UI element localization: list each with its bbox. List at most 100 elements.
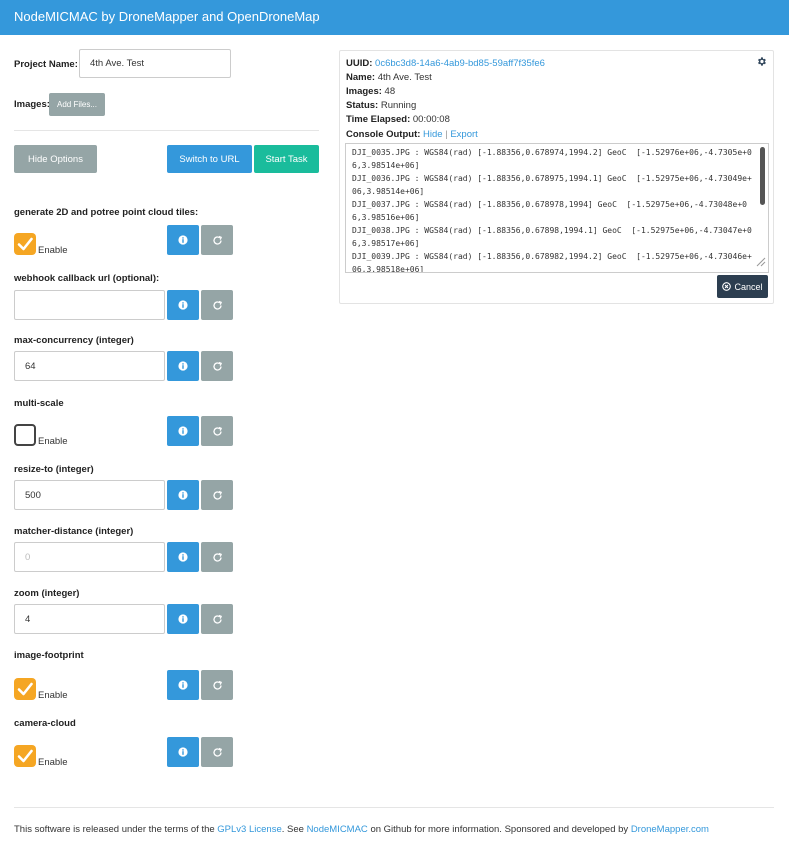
info-circle-icon [178,300,188,310]
option-checkbox[interactable] [14,745,36,767]
add-files-button[interactable]: Add Files... [49,93,105,116]
task-name-label: Name: [346,72,376,83]
task-status-label: Status: [346,100,379,111]
footer-text: This software is released under the term… [14,824,218,835]
refresh-icon [212,235,223,246]
uuid-link[interactable]: 0c6bc3d8-14a6-4ab9-bd85-59aff7f35fe6 [375,58,545,69]
cancel-button[interactable]: Cancel [717,275,768,298]
refresh-icon [212,300,223,311]
console-output-row: Console Output: Hide | Export [346,129,478,140]
hide-console-link[interactable]: Hide [423,129,443,140]
task-name-value: 4th Ave. Test [377,72,432,83]
option-label: multi-scale [14,398,64,409]
option-input[interactable] [14,290,165,320]
task-images-row: Images: 48 [346,86,395,97]
switch-to-url-button[interactable]: Switch to URL [167,145,252,173]
start-task-button[interactable]: Start Task [254,145,319,173]
info-circle-icon [178,426,188,436]
nodemicmac-link[interactable]: NodeMICMAC [307,824,368,835]
refresh-icon [212,490,223,501]
option-info-button[interactable] [167,480,199,510]
option-reset-button[interactable] [201,416,233,446]
project-name-label: Project Name: [14,59,78,70]
option-input[interactable]: 500 [14,480,165,510]
console-text: DJI_0035.JPG : WGS84(rad) [-1.88356,0.67… [352,148,752,273]
app-title[interactable]: NodeMICMAC by DroneMapper and OpenDroneM… [14,9,320,24]
task-images-label: Images: [346,86,382,97]
dronemapper-link[interactable]: DroneMapper.com [631,824,709,835]
option-reset-button[interactable] [201,225,233,255]
option-input[interactable]: 64 [14,351,165,381]
option-label: camera-cloud [14,718,76,729]
gpl-license-link[interactable]: GPLv3 License [217,824,281,835]
info-circle-icon [178,235,188,245]
option-info-button[interactable] [167,542,199,572]
divider [14,130,319,131]
resize-handle-icon[interactable] [754,255,766,270]
top-navbar: NodeMICMAC by DroneMapper and OpenDroneM… [0,0,789,35]
project-name-input[interactable]: 4th Ave. Test [79,49,231,78]
export-console-link[interactable]: Export [450,129,477,140]
option-info-button[interactable] [167,737,199,767]
info-circle-icon [178,680,188,690]
option-label: zoom (integer) [14,588,80,599]
option-reset-button[interactable] [201,542,233,572]
option-label: image-footprint [14,650,84,661]
option-checkbox[interactable] [14,678,36,700]
option-label: resize-to (integer) [14,464,94,475]
refresh-icon [212,747,223,758]
option-input[interactable]: 4 [14,604,165,634]
option-reset-button[interactable] [201,670,233,700]
footer: This software is released under the term… [14,824,709,835]
gear-icon[interactable] [756,56,767,70]
hide-options-button[interactable]: Hide Options [14,145,97,173]
refresh-icon [212,361,223,372]
refresh-icon [212,426,223,437]
option-info-button[interactable] [167,290,199,320]
task-name-row: Name: 4th Ave. Test [346,72,432,83]
info-circle-icon [178,490,188,500]
option-info-button[interactable] [167,416,199,446]
option-reset-button[interactable] [201,737,233,767]
info-circle-icon [178,361,188,371]
info-circle-icon [178,614,188,624]
status-value: Running [380,100,417,111]
option-info-button[interactable] [167,351,199,381]
footer-text: . See [281,824,307,835]
checkbox-enable-label: Enable [38,245,68,256]
checkbox-enable-label: Enable [38,436,68,447]
option-checkbox[interactable] [14,233,36,255]
refresh-icon [212,680,223,691]
option-reset-button[interactable] [201,604,233,634]
footer-text: on Github for more information. Sponsore… [367,824,631,835]
cancel-label: Cancel [734,281,763,292]
option-checkbox[interactable] [14,424,36,446]
refresh-icon [212,614,223,625]
option-reset-button[interactable] [201,480,233,510]
option-label: webhook callback url (optional): [14,273,160,284]
task-status-row: Status: Running [346,100,416,111]
info-circle-icon [178,552,188,562]
option-reset-button[interactable] [201,351,233,381]
console-scrollbar[interactable] [760,147,765,205]
option-info-button[interactable] [167,604,199,634]
time-elapsed-label: Time Elapsed: [346,114,411,125]
console-output[interactable]: DJI_0035.JPG : WGS84(rad) [-1.88356,0.67… [345,143,769,273]
task-images-value: 48 [384,86,396,97]
images-label: Images: [14,99,50,110]
option-label: matcher-distance (integer) [14,526,134,537]
option-label: max-concurrency (integer) [14,335,134,346]
option-info-button[interactable] [167,670,199,700]
uuid-label: UUID: [346,58,373,69]
link-separator: | [445,129,448,140]
checkbox-enable-label: Enable [38,690,68,701]
console-output-label: Console Output: [346,129,421,140]
option-info-button[interactable] [167,225,199,255]
option-input[interactable]: 0 [14,542,165,572]
option-label: generate 2D and potree point cloud tiles… [14,207,199,218]
close-circle-icon [722,282,732,291]
refresh-icon [212,552,223,563]
time-elapsed-row: Time Elapsed: 00:00:08 [346,114,450,125]
footer-divider [14,807,774,808]
option-reset-button[interactable] [201,290,233,320]
